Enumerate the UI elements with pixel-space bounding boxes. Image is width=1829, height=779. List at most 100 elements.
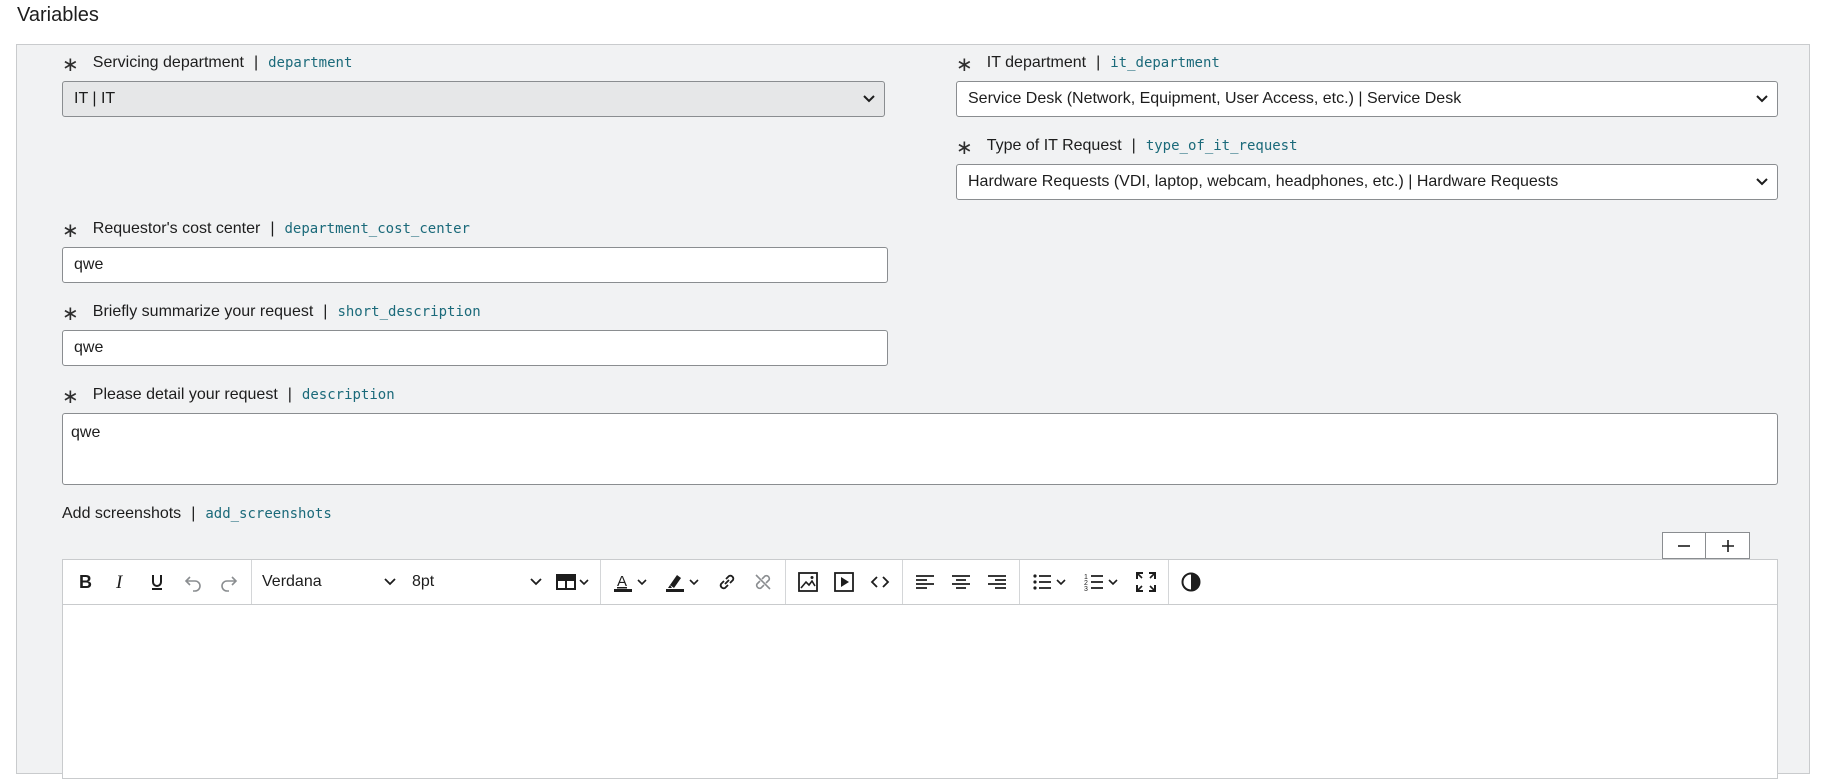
align-left-button[interactable]: [907, 566, 943, 598]
format-group: B I: [63, 560, 252, 604]
highlight-button[interactable]: [657, 566, 709, 598]
expand-editor-button[interactable]: [1706, 532, 1750, 559]
bold-button[interactable]: B: [67, 566, 103, 598]
description-textarea[interactable]: qwe: [62, 413, 1778, 485]
select-value: Service Desk (Network, Equipment, User A…: [968, 90, 1462, 107]
required-marker: ∗: [956, 137, 973, 159]
required-marker: ∗: [956, 54, 973, 76]
field-label-text: Servicing department: [92, 54, 244, 71]
image-icon: [798, 572, 818, 592]
insert-group: [786, 560, 903, 604]
font-family-value: Verdana: [262, 573, 322, 590]
insert-link-button[interactable]: [709, 566, 745, 598]
minus-icon: [1678, 544, 1690, 547]
align-right-button[interactable]: [979, 566, 1015, 598]
contrast-button[interactable]: [1173, 566, 1209, 598]
contrast-icon: [1181, 572, 1201, 592]
servicing-department-label: ∗ Servicing department | department: [62, 54, 353, 76]
link-icon: [719, 574, 735, 590]
chevron-down-icon: [637, 578, 647, 585]
chevron-down-icon: [1108, 578, 1118, 585]
input-value: qwe: [74, 256, 104, 273]
redo-button[interactable]: [211, 566, 247, 598]
font-family-select[interactable]: Verdana: [254, 566, 404, 598]
plus-icon: [1721, 539, 1734, 552]
numbered-list-icon: 123: [1084, 574, 1103, 593]
undo-button[interactable]: [175, 566, 211, 598]
text-color-icon: A: [614, 573, 632, 592]
chevron-down-icon: [530, 578, 542, 586]
variable-name: add_screenshots: [205, 506, 332, 522]
redo-icon: [221, 576, 238, 592]
field-label-text: Type of IT Request: [986, 137, 1122, 154]
font-size-value: 8pt: [412, 573, 435, 590]
field-label-text: Requestor's cost center: [92, 220, 261, 237]
accessibility-group: [1169, 560, 1213, 604]
editor-resize-controls: [1662, 532, 1750, 559]
shrink-editor-button[interactable]: [1662, 532, 1706, 559]
editor-content-area[interactable]: [63, 605, 1777, 775]
chevron-down-icon: [1747, 82, 1777, 116]
chevron-down-icon: [854, 82, 884, 116]
variable-name: department_cost_center: [284, 221, 470, 237]
insert-media-button[interactable]: [826, 566, 862, 598]
chevron-down-icon: [689, 578, 699, 585]
field-label-text: IT department: [986, 54, 1087, 71]
cost-center-input[interactable]: qwe: [62, 247, 888, 283]
fullscreen-icon: [1136, 572, 1156, 592]
it-department-label: ∗ IT department | it_department: [956, 54, 1220, 76]
svg-text:3: 3: [1084, 586, 1088, 593]
underline-icon: [152, 575, 162, 590]
align-center-icon: [952, 575, 970, 589]
align-center-button[interactable]: [943, 566, 979, 598]
align-right-icon: [988, 575, 1006, 589]
required-marker: ∗: [62, 303, 79, 325]
text-color-button[interactable]: A: [605, 566, 657, 598]
section-title: Variables: [17, 4, 99, 26]
variable-name: type_of_it_request: [1145, 138, 1298, 154]
remove-link-button[interactable]: [745, 566, 781, 598]
svg-text:B: B: [79, 572, 92, 592]
description-label: ∗ Please detail your request | descripti…: [62, 386, 395, 408]
table-button[interactable]: [550, 566, 598, 598]
type-of-it-request-label: ∗ Type of IT Request | type_of_it_reques…: [956, 137, 1298, 159]
it-department-select[interactable]: Service Desk (Network, Equipment, User A…: [956, 81, 1778, 117]
field-label-text: Please detail your request: [92, 386, 278, 403]
chevron-down-icon: [384, 578, 396, 586]
chevron-down-icon: [1056, 578, 1066, 585]
select-value: IT | IT: [74, 90, 116, 107]
textarea-value: qwe: [71, 424, 101, 441]
variable-name: short_description: [337, 304, 481, 320]
type-of-it-request-select[interactable]: Hardware Requests (VDI, laptop, webcam, …: [956, 164, 1778, 200]
table-icon: [556, 574, 576, 590]
required-marker: ∗: [62, 386, 79, 408]
short-description-input[interactable]: qwe: [62, 330, 888, 366]
short-description-label: ∗ Briefly summarize your request | short…: [62, 303, 481, 325]
chevron-down-icon: [579, 578, 589, 585]
variable-name: department: [268, 55, 353, 71]
bullet-list-button[interactable]: [1024, 566, 1076, 598]
unlink-icon: [755, 574, 771, 590]
cost-center-label: ∗ Requestor's cost center | department_c…: [62, 220, 470, 242]
font-group: Verdana 8pt: [252, 560, 601, 604]
source-code-button[interactable]: [862, 566, 898, 598]
required-marker: ∗: [62, 220, 79, 242]
underline-button[interactable]: [139, 566, 175, 598]
chevron-down-icon: [1747, 165, 1777, 199]
field-label-text: Briefly summarize your request: [92, 303, 314, 320]
field-label-text: Add screenshots: [62, 505, 182, 522]
font-size-select[interactable]: 8pt: [404, 566, 550, 598]
italic-button[interactable]: I: [103, 566, 139, 598]
numbered-list-button[interactable]: 123: [1076, 566, 1128, 598]
insert-image-button[interactable]: [790, 566, 826, 598]
highlight-icon: [666, 575, 684, 592]
align-left-icon: [916, 575, 934, 589]
undo-icon: [184, 576, 201, 592]
list-group: 123: [1020, 560, 1169, 604]
select-value: Hardware Requests (VDI, laptop, webcam, …: [968, 173, 1559, 190]
code-icon: [870, 576, 890, 588]
servicing-department-select[interactable]: IT | IT: [62, 81, 885, 117]
input-value: qwe: [74, 339, 104, 356]
variable-name: description: [301, 387, 395, 403]
fullscreen-button[interactable]: [1128, 566, 1164, 598]
